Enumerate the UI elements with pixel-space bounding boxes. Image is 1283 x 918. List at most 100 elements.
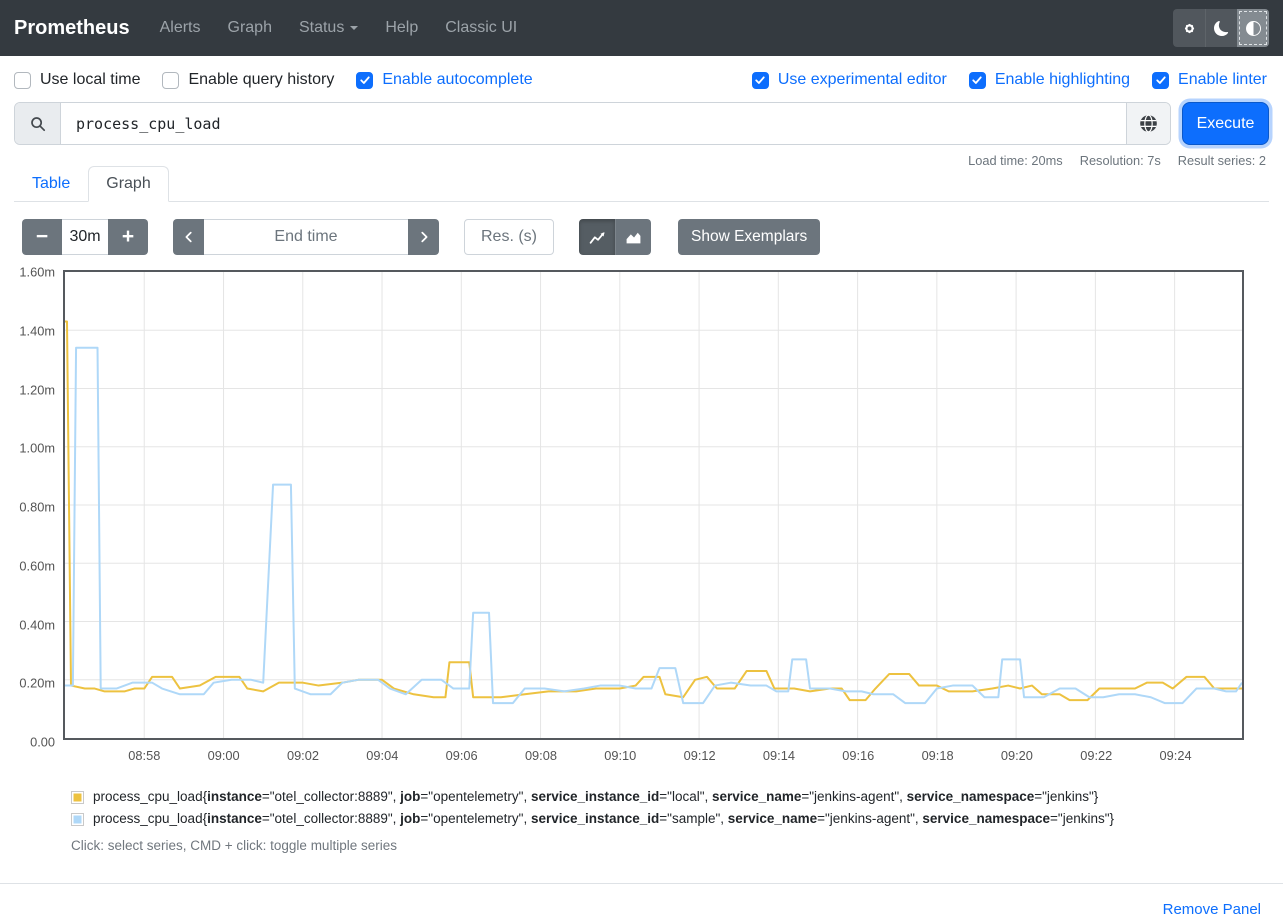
dark-theme-button[interactable]	[1205, 9, 1237, 47]
plot-box[interactable]	[63, 270, 1244, 740]
moon-icon	[1214, 21, 1229, 36]
remove-panel-link[interactable]: Remove Panel	[1163, 901, 1261, 918]
time-forward-button[interactable]	[408, 219, 439, 255]
resolution: Resolution: 7s	[1080, 153, 1161, 168]
result-series: Result series: 2	[1178, 153, 1266, 168]
x-tick-label: 09:14	[763, 748, 795, 763]
load-time: Load time: 20ms	[968, 153, 1063, 168]
option-label: Use experimental editor	[778, 71, 947, 89]
check-icon	[359, 74, 371, 86]
option-enable-query-history[interactable]: Enable query history	[162, 71, 334, 89]
checkbox-checked[interactable]	[1152, 72, 1169, 89]
nav-items: Alerts Graph Status Help Classic UI	[160, 19, 545, 37]
graph-toolbar: − + Show Exemplars	[14, 219, 1269, 255]
options-row: Use local time Enable query history Enable…	[0, 56, 1283, 100]
circle-half-icon	[1246, 21, 1261, 36]
option-enable-autocomplete[interactable]: Enable autocomplete	[356, 71, 532, 89]
tabs-row: Load time: 20ms Resolution: 7s Result se…	[14, 153, 1269, 202]
legend-swatch	[71, 813, 84, 826]
range-input[interactable]	[62, 219, 108, 255]
option-use-local-time[interactable]: Use local time	[14, 71, 140, 89]
y-tick-label: 1.00m	[19, 441, 55, 456]
stacked-graph-button[interactable]	[615, 219, 651, 255]
legend-help-note: Click: select series, CMD + click: toggl…	[71, 838, 1269, 853]
x-tick-label: 09:08	[525, 748, 557, 763]
x-tick-label: 09:02	[287, 748, 319, 763]
legend-item-local[interactable]: process_cpu_load{instance="otel_collecto…	[71, 789, 1269, 804]
option-label: Enable highlighting	[995, 71, 1130, 89]
area-chart-icon	[625, 229, 642, 246]
legend-text: process_cpu_load{instance="otel_collecto…	[93, 789, 1098, 804]
chart-area: 1.60m1.40m1.20m1.00m0.80m0.60m0.40m0.20m…	[14, 270, 1244, 740]
options-right: Use experimental editor Enable highlighti…	[752, 71, 1269, 89]
x-tick-label: 09:18	[922, 748, 954, 763]
tab-graph[interactable]: Graph	[88, 166, 168, 202]
checkbox-unchecked[interactable]	[162, 72, 179, 89]
checkbox-checked[interactable]	[969, 72, 986, 89]
brand-prometheus[interactable]: Prometheus	[14, 17, 130, 40]
increase-range-button[interactable]: +	[108, 219, 148, 255]
legend: process_cpu_load{instance="otel_collecto…	[71, 789, 1269, 826]
light-theme-button[interactable]	[1173, 9, 1205, 47]
checkbox-checked[interactable]	[752, 72, 769, 89]
nav-item-status[interactable]: Status	[299, 19, 358, 37]
show-exemplars-button[interactable]: Show Exemplars	[678, 219, 820, 255]
option-enable-highlighting[interactable]: Enable highlighting	[969, 71, 1130, 89]
legend-item-sample[interactable]: process_cpu_load{instance="otel_collecto…	[71, 811, 1269, 826]
x-tick-label: 09:16	[842, 748, 874, 763]
option-label: Enable autocomplete	[382, 71, 532, 89]
auto-theme-button[interactable]	[1237, 9, 1269, 47]
nav-item-classic-ui[interactable]: Classic UI	[445, 19, 517, 37]
tab-table[interactable]: Table	[14, 166, 88, 202]
y-tick-label: 0.40m	[19, 617, 55, 632]
x-tick-label: 09:10	[604, 748, 636, 763]
x-tick-label: 09:06	[446, 748, 478, 763]
option-label: Enable linter	[1178, 71, 1267, 89]
gear-sun-icon	[1181, 20, 1198, 37]
options-left: Use local time Enable query history Enable…	[14, 71, 555, 89]
series-line-local	[65, 321, 1242, 700]
x-tick-label: 09:00	[208, 748, 240, 763]
x-tick-label: 09:24	[1160, 748, 1192, 763]
execute-button[interactable]: Execute	[1182, 102, 1269, 145]
remove-panel-row: Remove Panel	[0, 884, 1283, 918]
y-tick-label: 0.20m	[19, 676, 55, 691]
y-tick-label: 1.60m	[19, 265, 55, 280]
y-tick-label: 0.60m	[19, 558, 55, 573]
checkbox-checked[interactable]	[356, 72, 373, 89]
query-expression-input[interactable]	[61, 103, 1126, 144]
x-tick-label: 09:04	[366, 748, 398, 763]
time-back-button[interactable]	[173, 219, 204, 255]
search-addon	[15, 103, 61, 144]
end-time-input[interactable]	[204, 219, 408, 255]
navbar: Prometheus Alerts Graph Status Help Classic …	[0, 0, 1283, 56]
nav-item-graph[interactable]: Graph	[228, 19, 272, 37]
query-bar: Execute	[14, 102, 1269, 145]
checkbox-unchecked[interactable]	[14, 72, 31, 89]
y-tick-label: 0.00	[30, 735, 55, 750]
line-chart-icon	[589, 229, 606, 246]
metrics-explorer-button[interactable]	[1126, 103, 1170, 144]
series-line-sample	[65, 348, 1242, 703]
graph-type-toggle	[579, 219, 651, 255]
nav-item-alerts[interactable]: Alerts	[160, 19, 201, 37]
y-tick-label: 0.80m	[19, 500, 55, 515]
legend-text: process_cpu_load{instance="otel_collecto…	[93, 811, 1114, 826]
x-tick-label: 08:58	[128, 748, 160, 763]
chevron-right-icon	[417, 230, 431, 244]
x-tick-label: 09:22	[1080, 748, 1112, 763]
y-axis-labels: 1.60m1.40m1.20m1.00m0.80m0.60m0.40m0.20m…	[14, 270, 63, 740]
nav-item-help[interactable]: Help	[385, 19, 418, 37]
y-tick-label: 1.40m	[19, 323, 55, 338]
decrease-range-button[interactable]: −	[22, 219, 62, 255]
option-enable-linter[interactable]: Enable linter	[1152, 71, 1267, 89]
line-graph-button[interactable]	[579, 219, 615, 255]
check-icon	[971, 74, 983, 86]
globe-icon	[1139, 114, 1158, 133]
caret-down-icon	[350, 26, 358, 30]
option-use-experimental-editor[interactable]: Use experimental editor	[752, 71, 947, 89]
resolution-input[interactable]	[464, 219, 554, 255]
x-tick-label: 09:12	[684, 748, 716, 763]
search-icon	[30, 116, 46, 132]
y-tick-label: 1.20m	[19, 382, 55, 397]
